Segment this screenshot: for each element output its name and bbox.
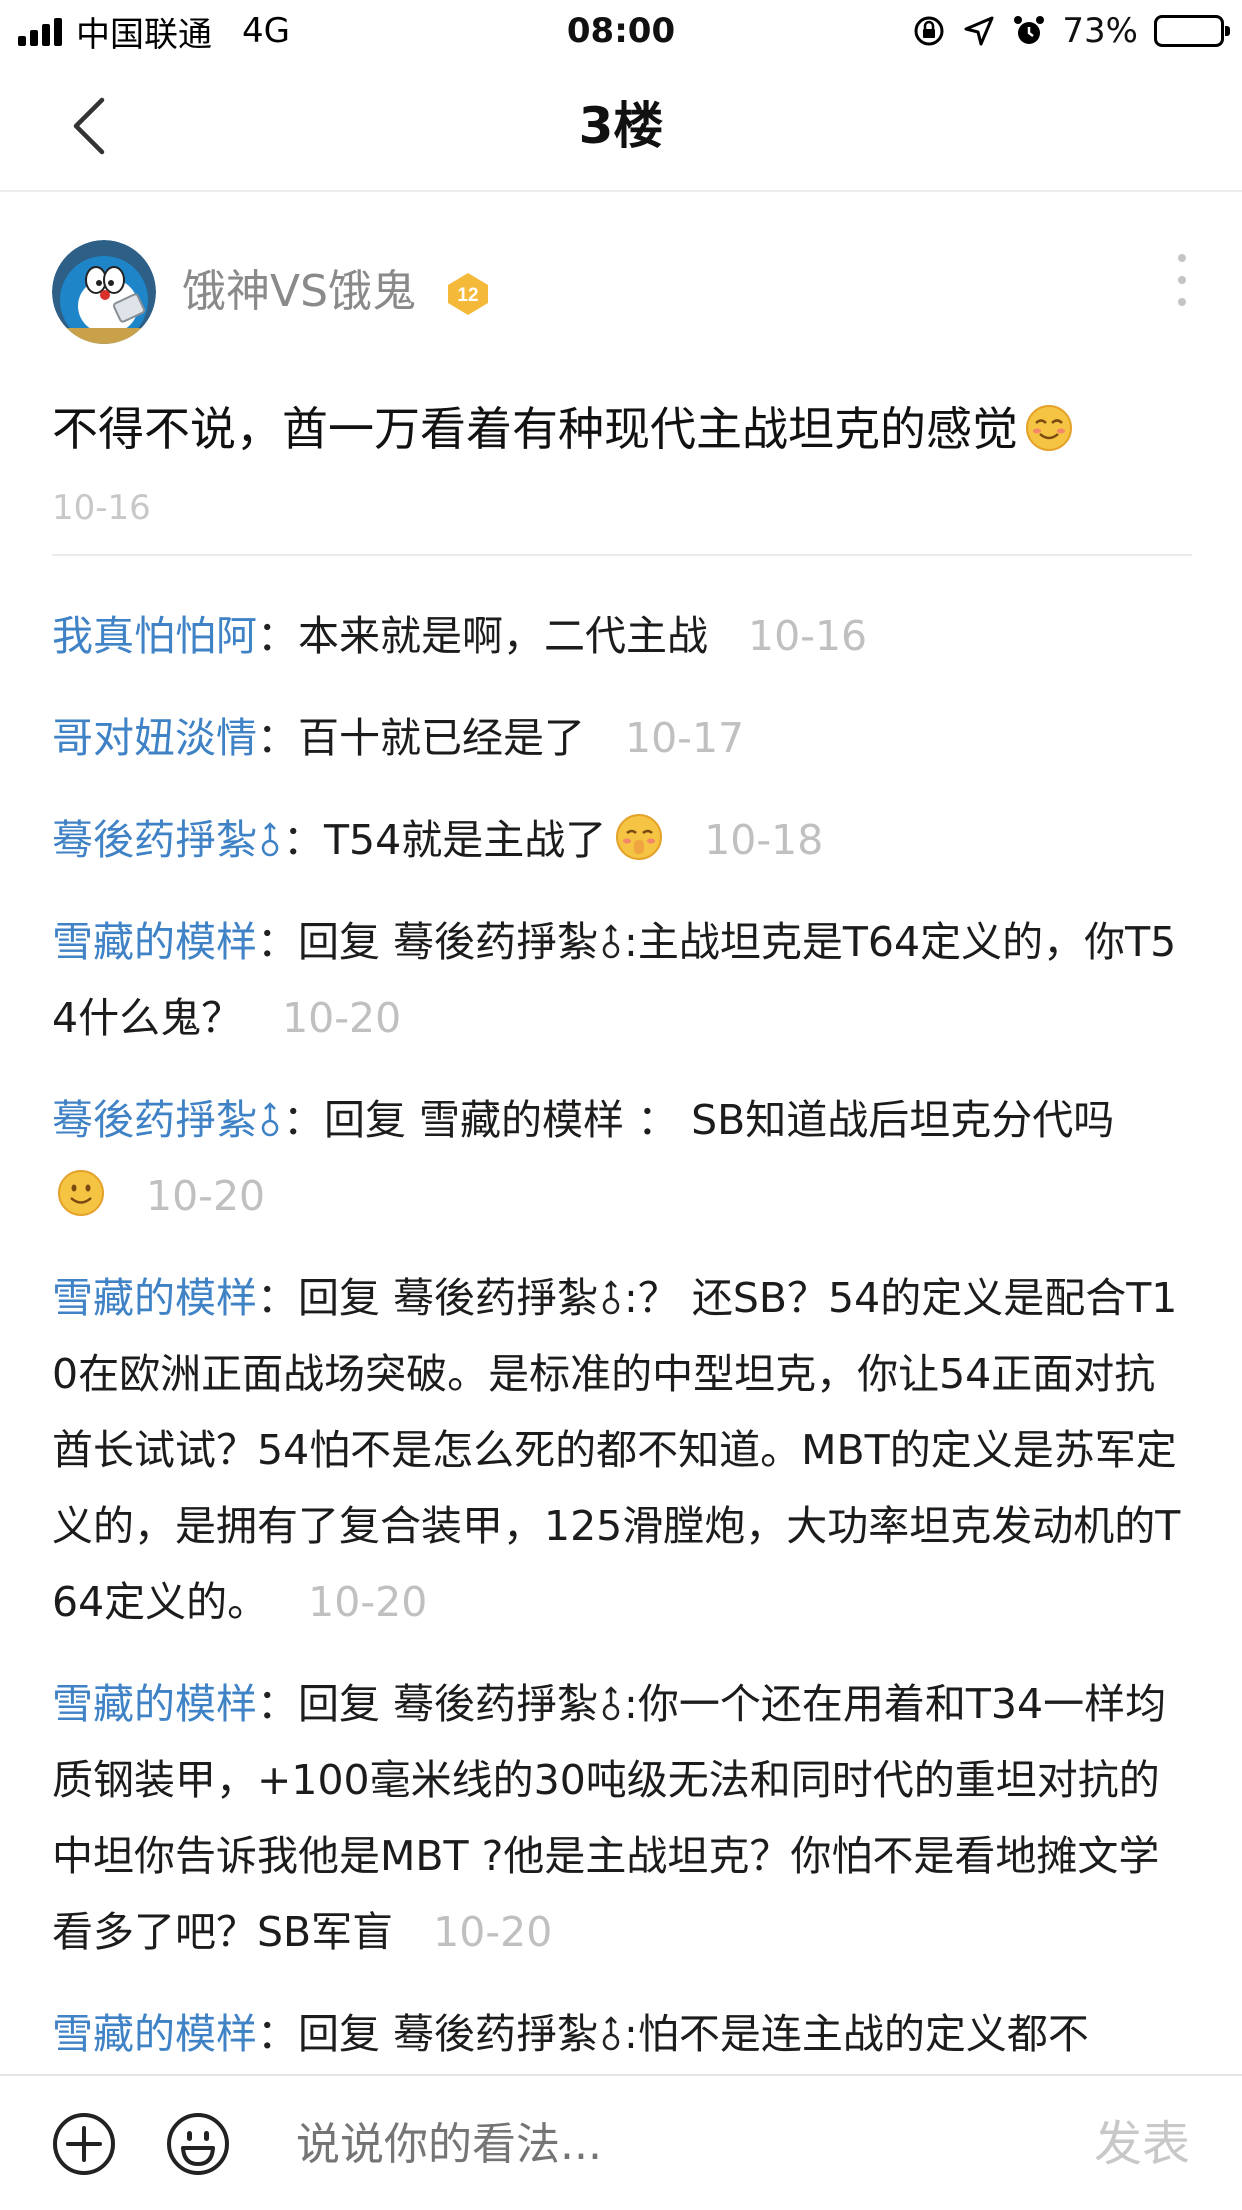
- reply-username[interactable]: 雪藏的模样: [52, 918, 257, 966]
- reply-username[interactable]: 雪藏的模样: [52, 1680, 257, 1728]
- reply-colon: ：: [257, 918, 298, 966]
- reply-username[interactable]: 雪藏的模样: [52, 2010, 257, 2058]
- reply-target: 回复 蓦後药掙紮: [298, 1680, 599, 1728]
- reply-item[interactable]: 蓦後药掙紮 ：T54就是主战了 10-18: [52, 802, 1192, 878]
- reply-text: T54就是主战了: [324, 816, 607, 864]
- male-gender-icon: [602, 1280, 620, 1315]
- page-title: 3楼: [578, 97, 664, 155]
- reply-username[interactable]: 哥对妞淡情: [52, 714, 257, 762]
- reply-item[interactable]: 蓦後药掙紮 ：回复 雪藏的模样 ： SB知道战后坦克分代吗 10-20: [52, 1082, 1192, 1234]
- reply-list: 我真怕怕阿：本来就是啊，二代主战 10-16 哥对妞淡情：百十就已经是了 10-17…: [52, 598, 1192, 2098]
- reply-date: 10-17: [625, 714, 745, 762]
- reply-date: 10-18: [704, 816, 824, 864]
- post-content-text: 不得不说，酋一万看着有种现代主战坦克的感觉: [52, 402, 1018, 456]
- battery-icon: [1154, 15, 1230, 47]
- reply-date: 10-20: [308, 1578, 428, 1626]
- reply-username[interactable]: 蓦後药掙紮: [52, 1096, 257, 1144]
- shush-face-emoji-icon: [616, 814, 663, 860]
- male-gender-icon: [261, 1102, 279, 1137]
- male-gender-icon: [261, 822, 279, 857]
- emoji-picker-icon[interactable]: [166, 2112, 230, 2176]
- reply-colon: ：: [257, 2010, 298, 2058]
- reply-date: 10-20: [146, 1172, 266, 1220]
- post-date: 10-16: [52, 488, 151, 528]
- post-content: 不得不说，酋一万看着有种现代主战坦克的感觉: [52, 398, 1074, 460]
- reply-text: :怕不是连主战的定义都不: [624, 2010, 1089, 2058]
- male-gender-icon: [602, 2016, 620, 2051]
- reply-username[interactable]: 蓦後药掙紮: [52, 816, 257, 864]
- reply-colon: ：: [283, 1096, 324, 1144]
- reply-text: 本来就是啊，二代主战: [298, 612, 708, 660]
- reply-date: 10-16: [748, 612, 868, 660]
- alarm-icon: [1014, 16, 1045, 44]
- comment-bar: 发表: [0, 2074, 1242, 2210]
- reply-item[interactable]: 哥对妞淡情：百十就已经是了 10-17: [52, 700, 1192, 776]
- reply-date: 10-20: [433, 1908, 553, 1956]
- reply-username[interactable]: 我真怕怕阿: [52, 612, 257, 660]
- reply-target: 回复 蓦後药掙紮: [298, 1274, 599, 1322]
- reply-target: 回复 蓦後药掙紮: [298, 918, 599, 966]
- reply-colon: ：: [283, 816, 324, 864]
- avatar[interactable]: [52, 240, 156, 344]
- status-bar: 中国联通 4G 08:00 73%: [0, 0, 1242, 62]
- reply-colon: ：: [257, 612, 298, 660]
- reply-item[interactable]: 雪藏的模样：回复 蓦後药掙紮:主战坦克是T64定义的，你T54什么鬼？ 10-20: [52, 904, 1192, 1056]
- post-divider: [52, 554, 1192, 556]
- reply-text: :？ 还SB？54的定义是配合T10在欧洲正面战场突破。是标准的中型坦克，你让5…: [52, 1274, 1181, 1626]
- reply-colon: ：: [257, 714, 298, 762]
- reply-item[interactable]: 雪藏的模样：回复 蓦後药掙紮:你一个还在用着和T34一样均质钢装甲，+100毫米…: [52, 1666, 1192, 1970]
- comment-input[interactable]: [294, 2102, 1038, 2188]
- nav-bar: 3楼: [0, 62, 1242, 192]
- male-gender-icon: [602, 924, 620, 959]
- level-badge-icon: 12: [448, 273, 488, 315]
- location-icon: [964, 16, 994, 46]
- reply-item[interactable]: 雪藏的模样：回复 蓦後药掙紮:？ 还SB？54的定义是配合T10在欧洲正面战场突…: [52, 1260, 1192, 1640]
- send-button[interactable]: 发表: [1094, 2102, 1190, 2186]
- more-options-icon[interactable]: [1172, 250, 1192, 310]
- reply-colon: ：: [257, 1680, 298, 1728]
- smug-face-emoji-icon: [1026, 405, 1072, 451]
- battery-percent: 73%: [1062, 11, 1138, 51]
- reply-colon: ：: [257, 1274, 298, 1322]
- reply-text: 百十就已经是了: [298, 714, 585, 762]
- reply-date: 10-20: [282, 994, 402, 1042]
- post-username[interactable]: 饿神VS饿鬼: [182, 264, 416, 320]
- status-right: 73%: [912, 6, 1230, 56]
- reply-item[interactable]: 我真怕怕阿：本来就是啊，二代主战 10-16: [52, 598, 1192, 674]
- svg-text:12: 12: [457, 285, 478, 306]
- reply-target: 回复 蓦後药掙紮: [298, 2010, 599, 2058]
- smile-face-emoji-icon: [58, 1170, 104, 1216]
- add-attachment-icon[interactable]: [52, 2112, 116, 2176]
- reply-username[interactable]: 雪藏的模样: [52, 1274, 257, 1322]
- reply-text: 回复 雪藏的模样 ： SB知道战后坦克分代吗: [324, 1096, 1115, 1144]
- rotation-lock-icon: [914, 16, 944, 46]
- reply-item[interactable]: 雪藏的模样：回复 蓦後药掙紮 :怕不是连主战的定义都不: [52, 1996, 1192, 2072]
- male-gender-icon: [602, 1686, 620, 1721]
